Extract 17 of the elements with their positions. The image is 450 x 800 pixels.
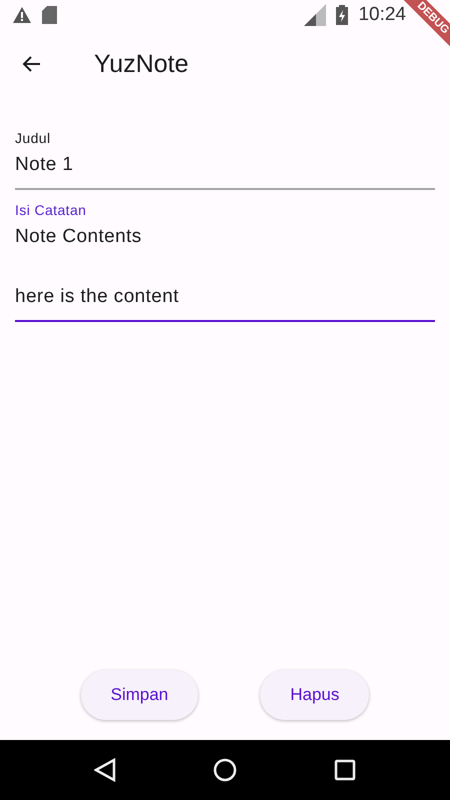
save-button[interactable]: Simpan <box>80 670 198 720</box>
signal-icon <box>304 4 326 26</box>
field-value: Note 1 <box>15 153 74 177</box>
text-field[interactable]: Isi Catatan Note Contents here is the content <box>15 202 435 322</box>
warning-icon <box>12 6 32 24</box>
app-title: YuzNote <box>94 50 189 78</box>
recents-nav-icon[interactable] <box>334 759 356 781</box>
sd-card-icon <box>42 6 57 24</box>
back-nav-icon[interactable] <box>94 758 116 782</box>
status-time: 10:24 <box>358 4 406 26</box>
battery-icon <box>336 5 348 25</box>
text-field[interactable]: Judul Note 1 <box>15 130 435 190</box>
delete-button[interactable]: Hapus <box>260 670 370 720</box>
home-nav-icon[interactable] <box>212 758 237 782</box>
field-label: Judul <box>15 130 52 146</box>
field-label: Isi Catatan <box>15 202 88 218</box>
field-value: Note Contents here is the content <box>15 225 179 309</box>
